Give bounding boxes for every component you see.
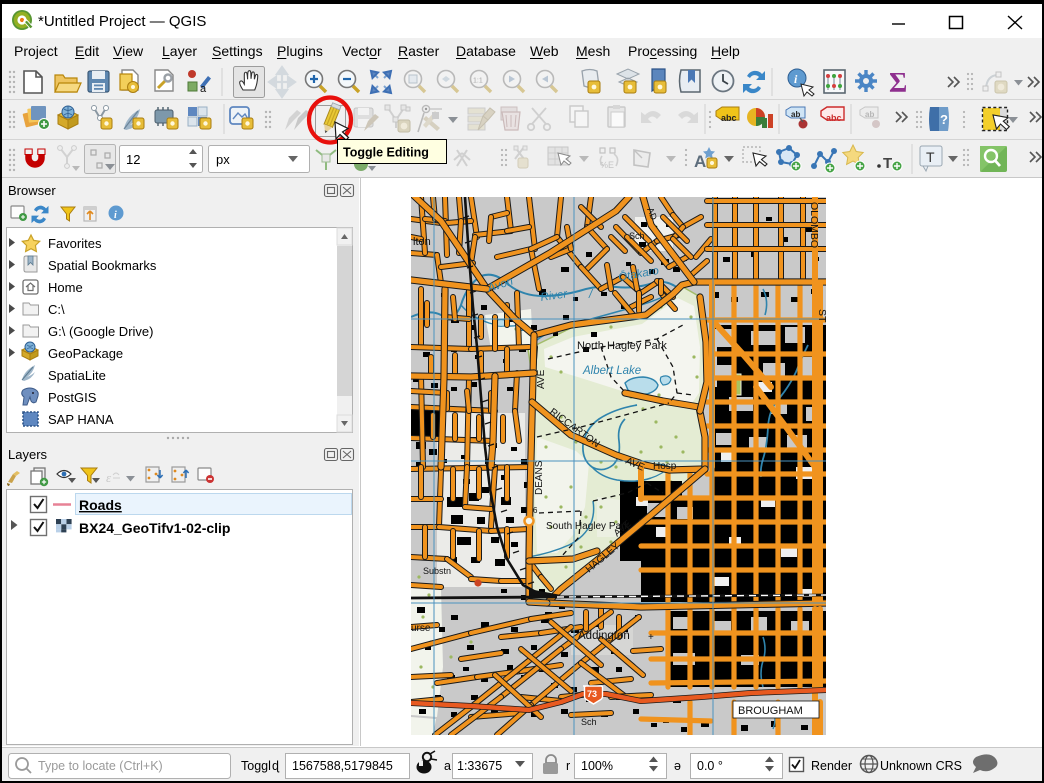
- svg-text:North Hagley Park: North Hagley Park: [577, 340, 667, 352]
- svg-text:Layers: Layers: [8, 447, 48, 462]
- svg-text:Substn: Substn: [423, 566, 451, 576]
- svg-text:+: +: [648, 632, 654, 643]
- svg-text:ab: ab: [791, 110, 800, 119]
- svg-text:Browser: Browser: [8, 183, 56, 198]
- svg-text:i: i: [114, 210, 117, 221]
- svg-text:ab: ab: [865, 110, 874, 119]
- svg-text:a: a: [200, 83, 207, 95]
- svg-text:r: r: [566, 759, 570, 773]
- svg-text:A: A: [694, 152, 706, 171]
- svg-text:Addington: Addington: [578, 630, 630, 642]
- svg-text:SAP HANA: SAP HANA: [48, 412, 114, 427]
- svg-text:ε: ε: [106, 470, 112, 485]
- svg-text:OLOMBO: OLOMBO: [808, 202, 820, 248]
- svg-text:℅E: ℅E: [600, 160, 614, 170]
- svg-text:abc: abc: [721, 113, 737, 123]
- svg-text:PostGIS: PostGIS: [48, 390, 97, 405]
- svg-text:Unknown CRS: Unknown CRS: [880, 759, 962, 773]
- svg-text:T: T: [926, 149, 935, 165]
- svg-text:6: 6: [533, 506, 538, 515]
- svg-text:BROUGHAM: BROUGHAM: [738, 705, 803, 717]
- svg-text:1567588,5179845: 1567588,5179845: [292, 759, 393, 773]
- svg-text:G:\ (Google Drive): G:\ (Google Drive): [48, 324, 153, 339]
- svg-text:0.0 °: 0.0 °: [697, 759, 723, 773]
- svg-text:1:33675: 1:33675: [457, 759, 502, 773]
- svg-text:ɖ: ɖ: [272, 759, 280, 773]
- svg-text:Hosp: Hosp: [653, 461, 677, 472]
- svg-text:12: 12: [126, 152, 140, 167]
- svg-text:Home: Home: [48, 280, 83, 295]
- svg-text:GeoPackage: GeoPackage: [48, 346, 123, 361]
- svg-text:urse: urse: [411, 623, 431, 634]
- svg-text:abc: abc: [826, 113, 842, 123]
- svg-text:Render: Render: [811, 759, 852, 773]
- svg-text:a: a: [444, 759, 451, 773]
- svg-text:Σ: Σ: [889, 68, 907, 99]
- svg-text:AVE: AVE: [536, 369, 547, 389]
- svg-text:Sch: Sch: [581, 717, 597, 727]
- svg-text:?: ?: [940, 112, 948, 127]
- svg-text:px: px: [216, 152, 230, 167]
- svg-text:BX24_GeoTifv1-02-clip: BX24_GeoTifv1-02-clip: [79, 520, 230, 536]
- svg-text:C:\: C:\: [48, 302, 65, 317]
- svg-text:73: 73: [587, 689, 597, 699]
- svg-text:Favorites: Favorites: [48, 236, 102, 251]
- svg-text:lton: lton: [413, 236, 431, 248]
- svg-text:Albert Lake: Albert Lake: [582, 365, 641, 377]
- svg-text:Roads: Roads: [79, 497, 122, 513]
- svg-text:100%: 100%: [581, 759, 613, 773]
- svg-text:DEANS: DEANS: [534, 460, 545, 495]
- svg-text:1:1: 1:1: [473, 78, 483, 85]
- svg-text:Sch: Sch: [629, 231, 645, 241]
- svg-text:T: T: [883, 155, 892, 172]
- svg-text:SpatiaLite: SpatiaLite: [48, 368, 106, 383]
- svg-text:ST: ST: [816, 309, 826, 323]
- svg-text:Type to locate (Ctrl+K): Type to locate (Ctrl+K): [38, 759, 163, 773]
- svg-text:Spatial Bookmarks: Spatial Bookmarks: [48, 258, 157, 273]
- svg-text:ǝ: ǝ: [674, 759, 681, 773]
- svg-text:Toggl: Toggl: [241, 759, 271, 773]
